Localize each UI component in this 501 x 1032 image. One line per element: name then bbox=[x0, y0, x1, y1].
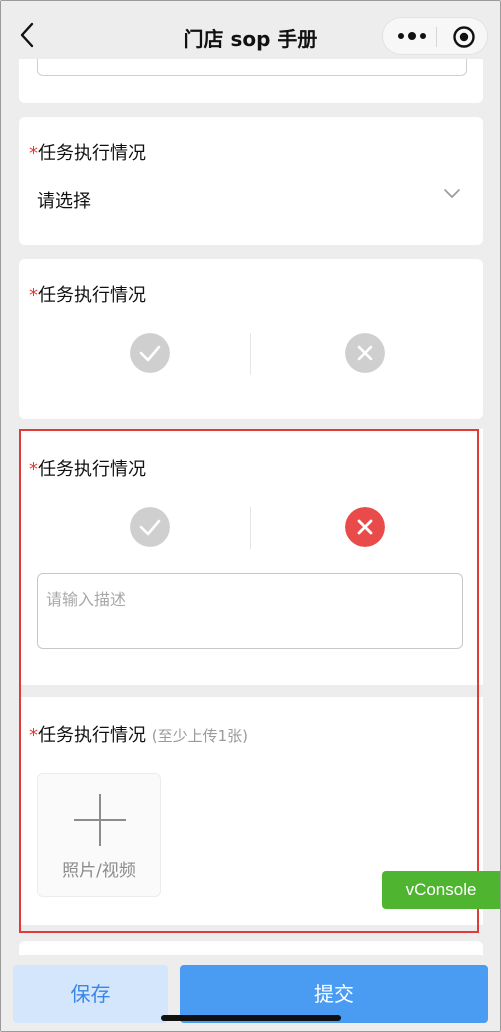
check-icon[interactable] bbox=[130, 333, 170, 373]
next-card-edge bbox=[19, 941, 483, 955]
chevron-down-icon[interactable] bbox=[442, 187, 462, 201]
app-frame: 门店 sop 手册 *任务执行情况 请选择 *任务执行情况 *任务执行情况 请输… bbox=[0, 0, 501, 1032]
required-mark: * bbox=[29, 285, 38, 306]
cross-icon-selected[interactable] bbox=[345, 507, 385, 547]
check-icon[interactable] bbox=[130, 507, 170, 547]
field-label-text: 任务执行情况 bbox=[38, 725, 146, 746]
plus-icon bbox=[74, 794, 126, 846]
vconsole-button[interactable]: vConsole bbox=[382, 871, 500, 909]
more-dots-icon[interactable] bbox=[397, 30, 427, 42]
mini-program-capsule bbox=[382, 17, 488, 55]
task-status-select-card: *任务执行情况 请选择 bbox=[19, 117, 483, 245]
cross-icon[interactable] bbox=[345, 333, 385, 373]
task-status-choice-card: *任务执行情况 bbox=[19, 259, 483, 419]
target-circle-icon[interactable] bbox=[452, 25, 476, 49]
field-label: *任务执行情况 bbox=[29, 139, 146, 165]
description-field[interactable] bbox=[37, 573, 463, 649]
choice-divider bbox=[250, 333, 251, 375]
required-mark: * bbox=[29, 143, 38, 164]
home-indicator bbox=[161, 1015, 341, 1021]
save-button[interactable]: 保存 bbox=[13, 965, 168, 1023]
select-value[interactable]: 请选择 bbox=[37, 187, 91, 213]
choice-divider bbox=[250, 507, 251, 549]
field-label: *任务执行情况 bbox=[29, 455, 146, 481]
field-label-text: 任务执行情况 bbox=[38, 459, 146, 480]
description-input[interactable] bbox=[38, 574, 462, 648]
upload-button[interactable]: 照片/视频 bbox=[37, 773, 161, 897]
required-mark: * bbox=[29, 725, 38, 746]
field-label-text: 任务执行情况 bbox=[38, 285, 146, 306]
required-mark: * bbox=[29, 459, 38, 480]
field-label: *任务执行情况 (至少上传1张) bbox=[29, 721, 248, 747]
capsule-divider bbox=[436, 27, 437, 47]
upload-hint: (至少上传1张) bbox=[151, 727, 248, 745]
upload-label: 照片/视频 bbox=[62, 861, 136, 881]
field-label: *任务执行情况 bbox=[29, 281, 146, 307]
task-status-choice-with-description-card: *任务执行情况 bbox=[19, 429, 483, 685]
field-label-text: 任务执行情况 bbox=[38, 143, 146, 164]
previous-input-field[interactable] bbox=[37, 59, 467, 76]
previous-field-card bbox=[19, 59, 483, 103]
